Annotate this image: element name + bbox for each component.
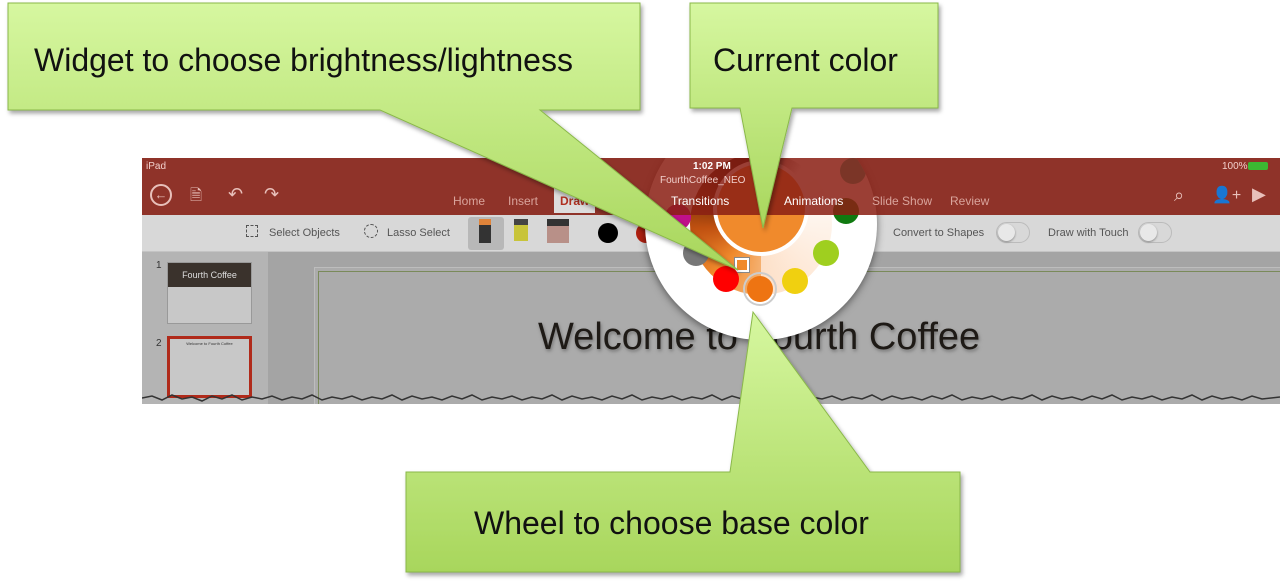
callout-layer: [7, 2, 961, 573]
callout-wheel-text: Wheel to choose base color: [474, 505, 869, 541]
callout-current-color: [689, 2, 939, 229]
callout-current-color-text: Current color: [713, 42, 898, 78]
callout-brightness-text: Widget to choose brightness/lightness: [34, 42, 573, 78]
